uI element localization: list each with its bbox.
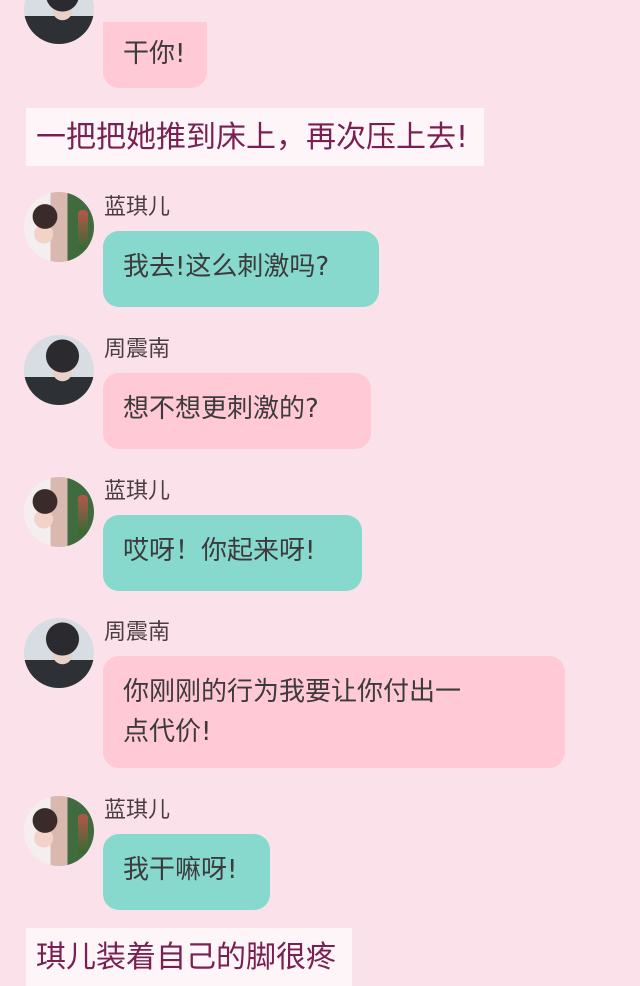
message-text: 想不想更刺激的? — [123, 394, 319, 424]
message-bubble: 哎呀！你起来呀! — [103, 515, 362, 591]
sender-name: 蓝琪儿 — [104, 479, 171, 504]
message-text: 干你! — [123, 39, 186, 69]
sender-name: 蓝琪儿 — [104, 195, 171, 220]
message-bubble: 我干嘛呀! — [103, 834, 270, 910]
sender-name: 蓝琪儿 — [104, 798, 171, 823]
avatar-zhouzhennan[interactable] — [24, 0, 94, 44]
sender-name: 周震南 — [104, 620, 171, 645]
message-text-line: 你刚刚的行为我要让你付出一 — [123, 677, 462, 707]
message-text: 我干嘛呀! — [123, 855, 238, 885]
avatar-lanqier[interactable] — [24, 477, 94, 547]
sender-name: 周震南 — [104, 337, 171, 362]
avatar-zhouzhennan[interactable] — [24, 618, 94, 688]
avatar-lanqier[interactable] — [24, 796, 94, 866]
message-bubble: 我去!这么刺激吗? — [103, 231, 379, 307]
message-text: 哎呀！你起来呀! — [123, 536, 316, 566]
avatar-lanqier[interactable] — [24, 192, 94, 262]
narration-text: 琪儿装着自己的脚很疼 — [26, 928, 352, 986]
message-bubble: 你刚刚的行为我要让你付出一 点代价! — [103, 656, 565, 768]
avatar-zhouzhennan[interactable] — [24, 335, 94, 405]
message-bubble: 干你! — [103, 22, 207, 88]
message-bubble: 想不想更刺激的? — [103, 373, 371, 449]
message-text: 我去!这么刺激吗? — [123, 252, 330, 282]
message-text-line: 点代价! — [123, 717, 212, 747]
narration-text: 一把把她推到床上，再次压上去! — [26, 108, 484, 166]
